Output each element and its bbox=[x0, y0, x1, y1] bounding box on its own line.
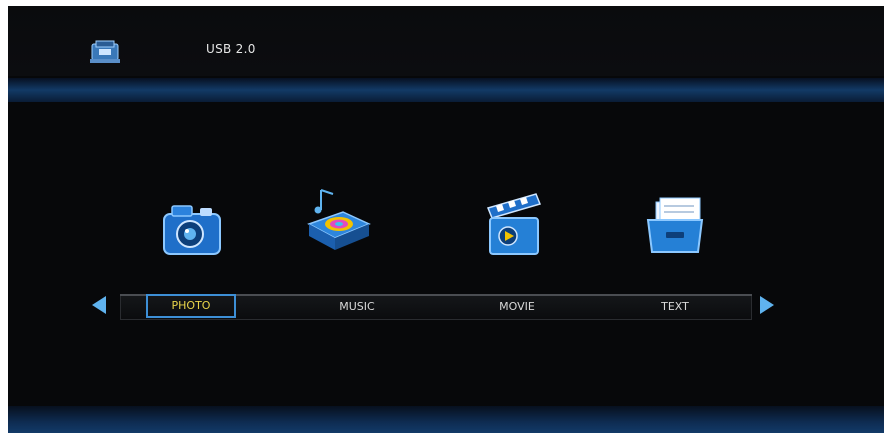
menu-item-movie[interactable]: MOVIE bbox=[472, 296, 562, 318]
menu-item-music[interactable]: MUSIC bbox=[312, 296, 402, 318]
text-folder-icon[interactable] bbox=[640, 192, 710, 262]
scroll-right-arrow-icon[interactable] bbox=[760, 296, 774, 314]
scroll-left-arrow-icon[interactable] bbox=[92, 296, 106, 314]
music-box-icon[interactable] bbox=[303, 184, 373, 254]
top-bar bbox=[8, 6, 884, 76]
menu-item-photo[interactable]: PHOTO bbox=[146, 294, 236, 318]
footer-band bbox=[8, 406, 884, 433]
header-band bbox=[8, 78, 884, 102]
media-player-screen: USB 2.0 PHOTO MUSIC MOVIE TEXT bbox=[8, 6, 884, 433]
device-label: USB 2.0 bbox=[206, 42, 256, 56]
camera-icon[interactable] bbox=[156, 194, 226, 264]
usb-drive-icon bbox=[90, 40, 120, 63]
menu-item-text[interactable]: TEXT bbox=[630, 296, 720, 318]
clapperboard-icon[interactable] bbox=[478, 190, 548, 260]
